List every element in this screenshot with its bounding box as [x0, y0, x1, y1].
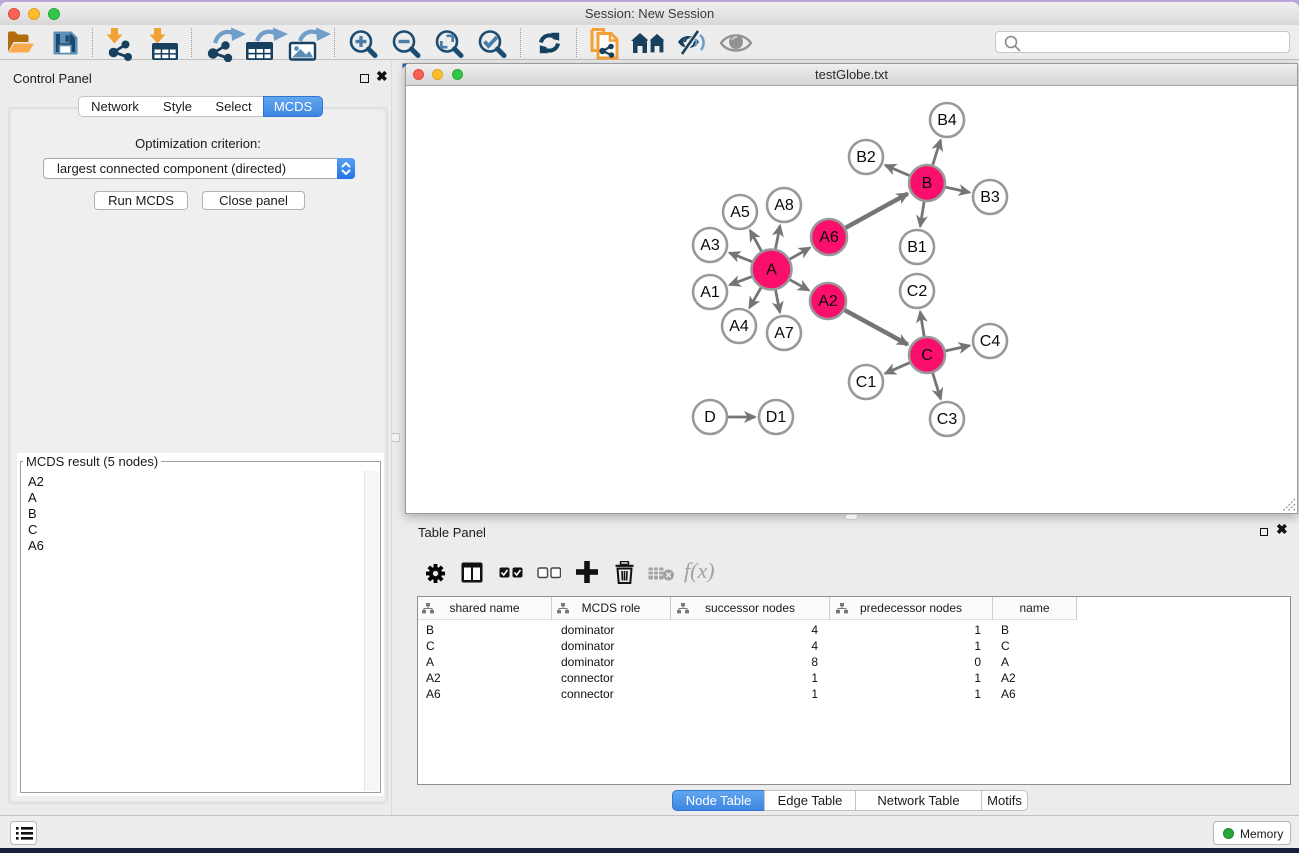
- svg-text:C2: C2: [907, 283, 928, 300]
- svg-text:A6: A6: [819, 229, 839, 246]
- svg-text:A8: A8: [774, 197, 794, 214]
- svg-text:B1: B1: [907, 239, 927, 256]
- svg-text:D1: D1: [766, 409, 787, 426]
- svg-text:A4: A4: [729, 318, 749, 335]
- svg-text:A7: A7: [774, 325, 794, 342]
- svg-text:A3: A3: [700, 237, 720, 254]
- svg-text:C4: C4: [980, 333, 1001, 350]
- svg-text:C: C: [921, 347, 933, 364]
- svg-text:B4: B4: [937, 112, 957, 129]
- svg-text:B2: B2: [856, 149, 876, 166]
- svg-text:B: B: [922, 175, 933, 192]
- svg-text:C3: C3: [937, 411, 958, 428]
- svg-text:A5: A5: [730, 204, 750, 221]
- svg-text:B3: B3: [980, 189, 1000, 206]
- svg-text:A1: A1: [700, 284, 720, 301]
- svg-text:A2: A2: [818, 293, 838, 310]
- svg-text:A: A: [766, 262, 777, 279]
- svg-text:D: D: [704, 409, 716, 426]
- svg-text:C1: C1: [856, 374, 877, 391]
